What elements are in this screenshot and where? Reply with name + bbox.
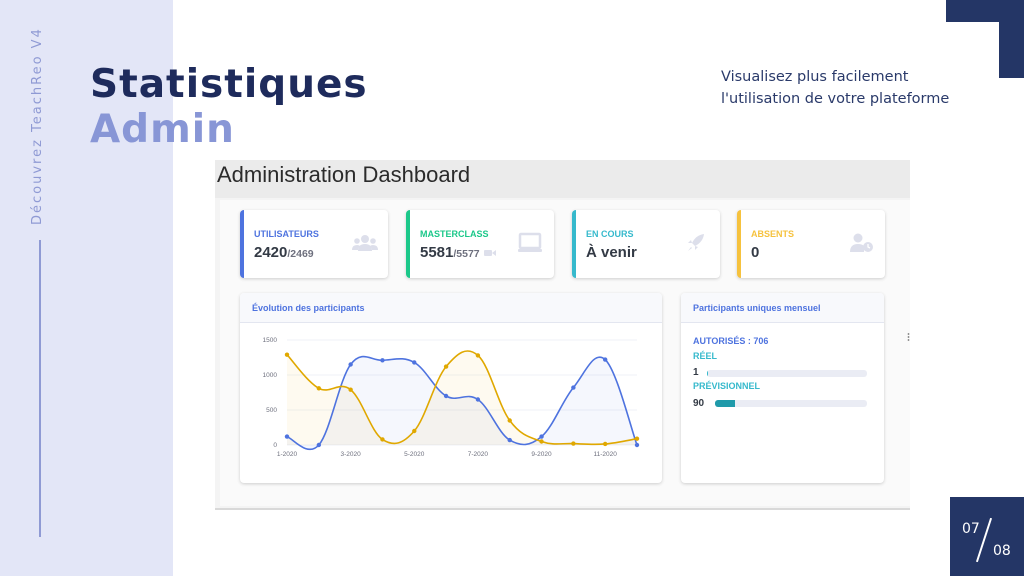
- y-tick-label: 1500: [263, 337, 278, 344]
- data-point: [602, 441, 608, 447]
- data-point: [348, 362, 353, 367]
- video-small-icon: [483, 250, 496, 256]
- panel-title: Évolution des participants: [252, 303, 365, 313]
- dashboard-header: Administration Dashboard: [215, 160, 910, 198]
- evolution-chart: 0 500 1000 1500 1-2020 3-2020 5-2020 7-2020 9-20…: [263, 337, 640, 458]
- stat-value: À venir: [586, 244, 637, 261]
- dashboard-screenshot: Administration Dashboard UTILISATEURS 24…: [215, 160, 910, 510]
- dashboard-title: Administration Dashboard: [217, 162, 471, 187]
- stat-label: UTILISATEURS: [254, 229, 319, 239]
- page-current: 07: [962, 521, 980, 537]
- users-icon: [352, 235, 378, 251]
- stat-label: MASTERCLASS: [420, 229, 489, 239]
- page-total: 08: [993, 543, 1011, 559]
- stat-value: 0: [751, 244, 759, 261]
- real-progress-fill: [707, 370, 708, 377]
- stat-value: 2420/2469: [254, 244, 314, 261]
- x-tick-label: 5-2020: [404, 451, 425, 458]
- real-progress-bar: [707, 370, 867, 377]
- x-tick-label: 3-2020: [341, 451, 362, 458]
- x-tick-label: 11-2020: [593, 451, 617, 458]
- stat-card-en-cours: EN COURS À venir: [572, 210, 720, 278]
- more-dots-icon[interactable]: [907, 333, 910, 341]
- side-label: Découvrez TeachReo V4: [30, 27, 45, 225]
- data-point: [380, 437, 385, 442]
- stat-card-users: UTILISATEURS 2420/2469: [240, 210, 388, 278]
- data-point: [602, 357, 608, 362]
- user-clock-icon: [850, 233, 873, 252]
- authorized-label: AUTORISÉS : 706: [693, 336, 769, 346]
- data-point: [443, 364, 449, 369]
- stat-card-masterclass: MASTERCLASS 5581/5577: [406, 210, 554, 278]
- data-point: [634, 442, 640, 448]
- data-point: [634, 436, 640, 441]
- forecast-label: PRÉVISIONNEL: [693, 381, 761, 391]
- forecast-value: 90: [693, 398, 705, 409]
- stat-card-absents: ABSENTS 0: [737, 210, 885, 278]
- data-point: [539, 439, 544, 444]
- forecast-progress-fill: [715, 400, 735, 407]
- slide-title-line2: Admin: [90, 107, 235, 152]
- stat-number: 0: [751, 244, 760, 261]
- data-point: [571, 385, 576, 390]
- slide-subtitle: Visualisez plus facilement l'utilisation…: [721, 69, 950, 107]
- data-point: [475, 397, 481, 402]
- data-point: [443, 393, 449, 399]
- data-point: [475, 353, 481, 358]
- corner-bar-vertical: [999, 0, 1024, 78]
- slide: Découvrez TeachReo V4 Statistiques Admin…: [0, 0, 1024, 576]
- screen-icon: [518, 232, 542, 252]
- stat-number: À venir: [586, 244, 637, 261]
- panel-header: Participants uniques mensuel: [681, 293, 884, 323]
- data-point: [507, 418, 512, 423]
- y-tick-label: 1000: [263, 372, 278, 379]
- stat-number: 2420: [254, 244, 288, 261]
- side-divider: [39, 240, 41, 537]
- data-point: [348, 387, 353, 392]
- panel-header: Évolution des participants: [240, 293, 662, 323]
- data-point: [539, 434, 544, 439]
- evolution-panel: Évolution des participants 0 500 1000 1500 1…: [240, 293, 662, 483]
- stat-value: 5581/5577: [420, 244, 496, 261]
- stat-total: /5577: [453, 248, 480, 260]
- forecast-progress-bar: [715, 400, 867, 407]
- stat-label: EN COURS: [586, 229, 634, 239]
- y-tick-label: 0: [273, 442, 277, 449]
- data-point: [316, 442, 322, 448]
- data-point: [412, 360, 417, 365]
- data-point: [284, 434, 290, 439]
- corner-decoration: [946, 0, 1024, 78]
- rocket-icon: [688, 234, 704, 251]
- stat-number: 5581: [420, 244, 454, 261]
- x-tick-label: 9-2020: [531, 451, 552, 458]
- real-label: RÉEL: [693, 351, 718, 361]
- data-point: [284, 352, 290, 357]
- stat-label: ABSENTS: [751, 229, 795, 239]
- y-tick-label: 500: [266, 407, 277, 414]
- panel-title: Participants uniques mensuel: [693, 303, 821, 313]
- real-value: 1: [693, 367, 699, 378]
- dashboard-body: UTILISATEURS 2420/2469 MASTERCLASS 5581/…: [220, 200, 910, 506]
- data-point: [316, 386, 322, 391]
- data-point: [412, 428, 417, 434]
- slide-title-line1: Statistiques: [90, 62, 368, 107]
- unique-participants-panel: Participants uniques mensuel AUTORISÉS :…: [681, 293, 884, 483]
- data-point: [507, 437, 512, 443]
- data-point: [571, 441, 576, 446]
- data-point: [380, 358, 385, 363]
- x-tick-label: 7-2020: [468, 451, 489, 458]
- stat-total: /2469: [287, 248, 314, 260]
- x-tick-label: 1-2020: [277, 451, 298, 458]
